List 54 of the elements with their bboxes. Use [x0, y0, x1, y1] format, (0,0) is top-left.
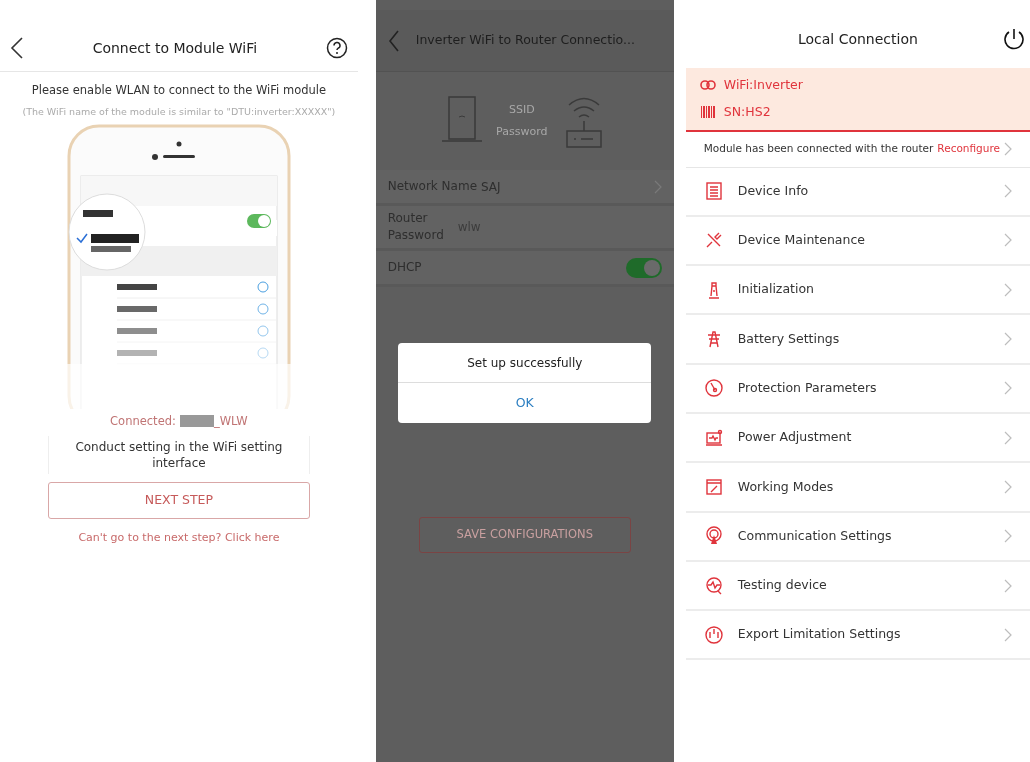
menu-item[interactable]: Export Limitation Settings — [685, 611, 1030, 661]
hint-text: (The WiFi name of the module is similar to "DTU:inverter:XXXXX") — [22, 105, 336, 120]
toggle-switch[interactable] — [625, 257, 662, 278]
power-icon[interactable] — [1002, 27, 1026, 51]
chevron-icon — [1004, 282, 1012, 297]
chevron-icon — [1004, 430, 1012, 445]
chevron-icon — [1004, 381, 1012, 396]
menu-item[interactable]: Protection Parameters — [685, 364, 1030, 414]
status-text: Module has been connected with the router — [703, 141, 934, 157]
chevron-icon — [1004, 184, 1012, 199]
monitor-icon — [703, 427, 724, 448]
link-icon — [699, 80, 716, 91]
menu-item[interactable]: Power Adjustment — [685, 414, 1030, 464]
next-step-button[interactable]: NEXT STEP — [47, 481, 310, 519]
back-icon[interactable] — [10, 37, 24, 59]
instruction-text: Please enable WLAN to connect to the WiFi module — [31, 82, 327, 99]
diagram-label: SSID — [508, 102, 535, 118]
meter-icon — [703, 624, 724, 645]
menu-item[interactable]: Communication Settings — [685, 512, 1030, 562]
pulse-icon — [703, 575, 724, 596]
menu-item[interactable]: Initialization — [685, 266, 1030, 316]
screen-title: Connect to Module WiFi — [91, 39, 259, 58]
screen-title: Inverter WiFi to Router Connectio... — [415, 31, 635, 50]
menu-item[interactable]: Testing device — [685, 561, 1030, 612]
screen-title: Local Connection — [796, 29, 919, 49]
diagram-label: Password — [496, 124, 548, 140]
redaction-block — [179, 415, 214, 428]
antenna-icon — [703, 526, 724, 547]
wifi-name-text: WiFi:Inverter — [723, 76, 803, 94]
chevron-icon — [653, 179, 662, 194]
help-icon[interactable] — [325, 37, 348, 59]
menu-item[interactable]: Device Info — [685, 167, 1030, 217]
ok-button[interactable]: OK — [398, 383, 652, 423]
list-icon — [703, 181, 724, 202]
gauge-icon — [703, 378, 724, 399]
chevron-icon — [1004, 233, 1012, 248]
menu-item[interactable]: Device Maintenance — [685, 216, 1030, 267]
menu-item[interactable]: Working Modes — [685, 463, 1030, 513]
menu-item[interactable]: Battery Settings — [685, 315, 1030, 365]
setting-note: Conduct setting in the WiFi setting interface — [47, 435, 310, 474]
serial-number-text: SN:HS2 — [723, 102, 771, 121]
connected-network-text: _WLW — [213, 412, 248, 430]
chevron-icon — [1004, 578, 1012, 593]
chevron-icon — [1004, 332, 1012, 347]
chevron-icon — [1004, 627, 1012, 642]
reconfigure-link[interactable]: Reconfigure — [937, 141, 1000, 157]
connected-label: Connected: — [110, 412, 176, 430]
wrench-window-icon — [703, 476, 724, 497]
dialog-message: Set up successfully — [398, 343, 652, 383]
chevron-icon — [1004, 529, 1012, 544]
chevron-icon — [1004, 142, 1012, 156]
chevron-icon — [1004, 479, 1012, 494]
barcode-icon — [699, 105, 716, 120]
help-link[interactable]: Can't go to the next step? Click here — [78, 529, 280, 547]
